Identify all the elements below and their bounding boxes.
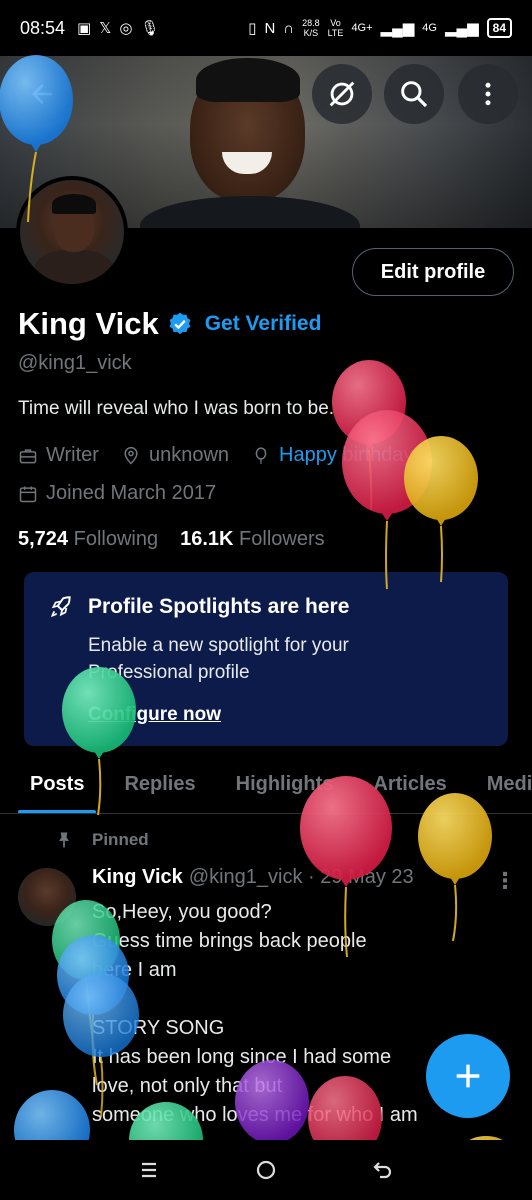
tweet-line: STORY SONG — [92, 1017, 225, 1039]
verified-badge-icon — [169, 312, 191, 335]
net-speed: 28.8 K/S — [302, 18, 320, 38]
profile-avatar[interactable] — [16, 176, 128, 288]
tweet-line: It has been long since I had some — [92, 1046, 392, 1068]
following-link[interactable]: 5,724 Following — [18, 528, 158, 551]
get-verified-link[interactable]: Get Verified — [205, 312, 322, 336]
banner-person-hair — [196, 58, 300, 102]
edit-profile-button[interactable]: Edit profile — [352, 248, 514, 296]
calendar-icon — [19, 486, 37, 502]
network-type-2: 4G — [422, 22, 437, 34]
headphones-icon: ∩ — [283, 19, 295, 37]
spotlight-title: Profile Spotlights are here — [88, 595, 350, 618]
mic-icon: 🎙 — [140, 20, 160, 37]
location-label: unknown — [148, 444, 230, 466]
tab-highlights[interactable]: Highlights — [216, 756, 354, 813]
signal-icon: ▂▄▆ — [380, 20, 415, 37]
signal-icon-2: ▂▄▆ — [444, 20, 479, 37]
balloon-red — [332, 360, 406, 511]
tab-media[interactable]: Media — [467, 756, 532, 813]
volte-indicator: Vo LTE — [327, 18, 344, 38]
briefcase-icon — [19, 448, 37, 463]
location-pin-icon — [124, 446, 138, 465]
tweet-more-icon[interactable]: ⋮ — [494, 868, 516, 894]
display-name: King Vick — [18, 306, 159, 341]
joined-date: Joined March 2017 — [46, 482, 217, 504]
profile-handle: @king1_vick — [18, 352, 132, 374]
status-bar: 08:54 ▣ 𝕏 ◎ 🎙 ▯ Ν ∩ 28.8 K/S Vo LTE 4G+ … — [0, 0, 532, 56]
tab-posts[interactable]: Posts — [0, 756, 104, 813]
search-icon — [401, 81, 428, 108]
more-vertical-icon — [485, 82, 491, 106]
tab-articles[interactable]: Articles — [353, 756, 466, 813]
spotlight-card: Profile Spotlights are here Enable a new… — [24, 572, 508, 746]
tweet-header: King Vick @king1_vick · 29 May 23 — [92, 866, 414, 889]
tweet-avatar[interactable] — [18, 868, 76, 926]
plus-icon — [456, 1064, 480, 1088]
rocket-icon — [50, 596, 71, 618]
more-options-button[interactable] — [458, 64, 518, 124]
pinned-indicator: Pinned — [54, 830, 149, 850]
joined-row: Joined March 2017 — [18, 482, 216, 505]
configure-now-link[interactable]: Configure now — [88, 704, 221, 726]
back-button[interactable] — [12, 64, 72, 124]
system-nav-bar — [0, 1140, 532, 1200]
spotlight-body: Enable a new spotlight for your Professi… — [88, 635, 349, 683]
whatsapp-icon: ◎ — [119, 20, 133, 37]
birthday-label: Happy birthday! — [279, 444, 420, 466]
nfc-icon: Ν — [264, 19, 276, 37]
grok-slash-icon — [329, 81, 355, 107]
tweet-line: So,Heey, you good? — [92, 901, 272, 923]
balloon-red — [342, 410, 432, 590]
arrow-left-icon — [32, 84, 52, 104]
status-time: 08:54 — [20, 17, 66, 38]
tweet-text: So,Heey, you good? Guess time brings bac… — [92, 898, 472, 1130]
name-row: King Vick Get Verified — [18, 306, 321, 342]
profile-tabs: Posts Replies Highlights Articles Media — [0, 756, 532, 814]
followers-link[interactable]: 16.1K Followers — [180, 528, 325, 551]
search-button[interactable] — [384, 64, 444, 124]
tweet-line: Guess time brings back people — [92, 930, 367, 952]
tweet-line: someone who loves me for who I am — [92, 1104, 418, 1126]
profile-meta: Writer unknown Happy birthday! — [18, 444, 441, 467]
app-v-icon: ▣ — [77, 20, 92, 37]
profile-bio: Time will reveal who I was born to be. — [18, 398, 335, 419]
tweet-line: love, not only that but — [92, 1075, 283, 1097]
tweet-handle-date: @king1_vick · 29 May 23 — [188, 866, 414, 888]
x-logo-icon: 𝕏 — [99, 20, 112, 37]
follow-stats: 5,724 Following 16.1K Followers — [18, 528, 325, 551]
back-arrow-icon[interactable] — [371, 1158, 395, 1182]
profession-label: Writer — [46, 444, 99, 466]
tweet-line: here I am — [92, 959, 177, 981]
pin-icon — [59, 832, 69, 848]
battery-indicator: 84 — [486, 18, 512, 38]
vibrate-icon: ▯ — [248, 20, 257, 37]
tweet-author-name[interactable]: King Vick — [92, 866, 183, 889]
compose-fab[interactable] — [426, 1034, 510, 1118]
tweet-line-empty — [92, 985, 472, 1014]
network-type-1: 4G+ — [351, 22, 373, 34]
menu-lines-icon[interactable] — [137, 1158, 161, 1182]
tab-replies[interactable]: Replies — [104, 756, 215, 813]
circle-home-icon[interactable] — [254, 1158, 278, 1182]
balloon-icon — [255, 446, 267, 464]
grok-button[interactable] — [312, 64, 372, 124]
